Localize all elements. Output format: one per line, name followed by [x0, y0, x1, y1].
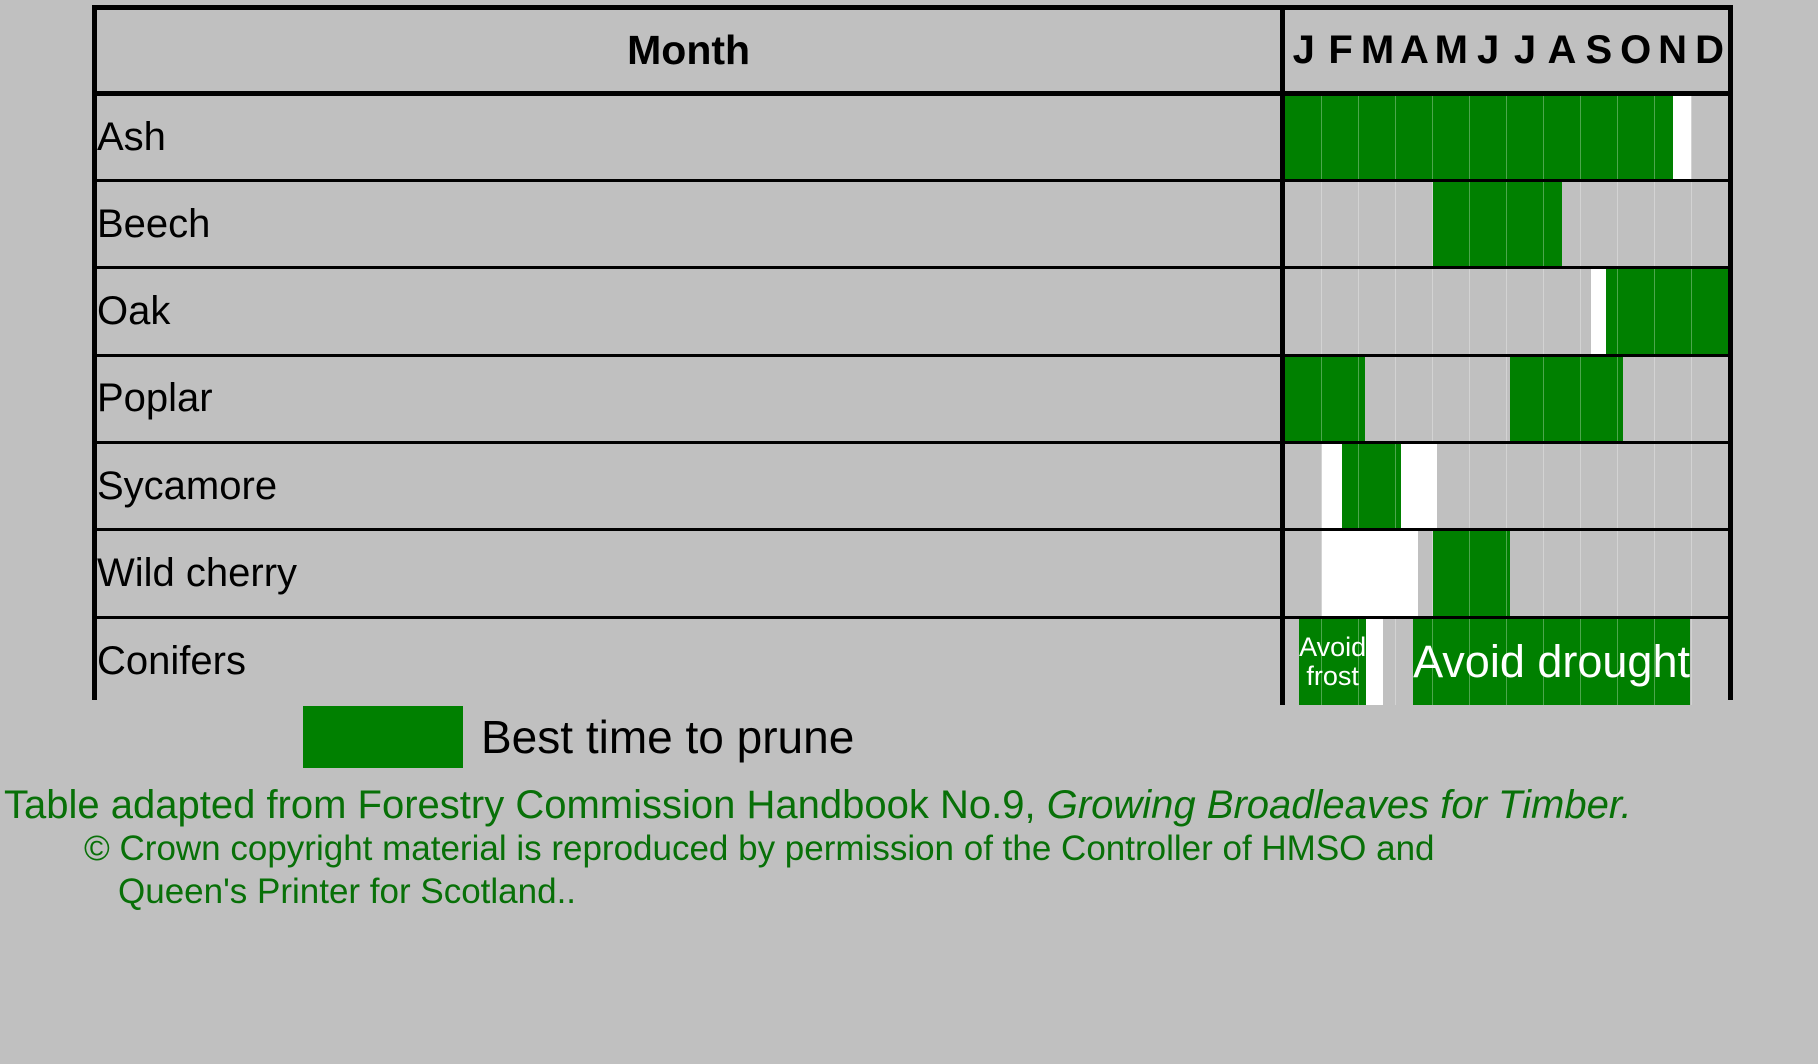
month-header-7: A [1547, 28, 1577, 73]
segment-gray [1622, 356, 1729, 442]
segment-green [1510, 356, 1623, 442]
segment-gray [1364, 356, 1511, 442]
row-label-beech: Beech [97, 180, 1286, 270]
month-letters-strip: JFMAMJJASOND [1285, 11, 1728, 89]
row-timeline-oak [1282, 267, 1728, 357]
segment-white [1591, 269, 1607, 354]
pruning-calendar-table: Month JFMAMJJASOND Ash Beech Oak Poplar Syca… [92, 5, 1733, 705]
segment-strip [1285, 269, 1728, 354]
caption-line-1-italic: Growing Broadleaves for Timber. [1046, 783, 1632, 827]
segment-green [1606, 269, 1728, 354]
segment-gray [1285, 531, 1323, 616]
segment-white [1322, 531, 1419, 616]
row-label-sycamore: Sycamore [97, 442, 1286, 532]
calendar-grid: Month JFMAMJJASOND Ash Beech Oak Poplar Syca… [97, 10, 1729, 705]
segment-strip [1285, 181, 1728, 267]
segment-gray [1561, 181, 1728, 267]
month-header-3: A [1399, 28, 1429, 73]
row-timeline-sycamore [1282, 442, 1729, 532]
segment-green: Avoid drought [1413, 618, 1690, 705]
row-timeline-wild-cherry [1282, 529, 1728, 619]
row-timeline-ash [1282, 93, 1728, 182]
segment-strip [1285, 356, 1729, 442]
month-header-5: J [1477, 28, 1500, 73]
segment-gray [1418, 531, 1433, 616]
header-months: JFMAMJJASOND [1282, 10, 1728, 96]
caption-line-3: Queen's Printer for Scotland.. [118, 872, 577, 912]
legend-label: Best time to prune [481, 711, 855, 763]
header-row: Month JFMAMJJASOND [97, 10, 1728, 96]
row-label-oak: Oak [97, 267, 1286, 357]
table-header: Month JFMAMJJASOND [97, 10, 1728, 96]
segment-gray [1690, 618, 1728, 705]
segment-white [1400, 444, 1438, 529]
month-header-0: J [1292, 28, 1315, 73]
row-label-wild-cherry: Wild cherry [97, 529, 1286, 619]
row-label-poplar: Poplar [97, 355, 1286, 445]
caption-line-1-plain: Table adapted from Forestry Commission H… [4, 783, 1047, 827]
segment-white [1672, 95, 1692, 179]
month-header-8: S [1585, 28, 1613, 73]
table-row: Beech [97, 180, 1728, 270]
table-row: Ash [97, 93, 1728, 182]
segment-strip [1285, 444, 1729, 529]
month-header-2: M [1360, 28, 1395, 73]
table-body: Ash Beech Oak Poplar Sycamore Wild cherry Coni… [97, 93, 1729, 705]
segment-white [1366, 618, 1384, 705]
segment-green [1432, 531, 1511, 616]
month-header-10: N [1658, 28, 1688, 73]
segment-gray [1285, 444, 1323, 529]
segment-gray [1691, 95, 1728, 179]
segment-green [1432, 181, 1562, 267]
segment-annotation: Avoid drought [1413, 636, 1690, 688]
month-header-6: J [1513, 28, 1537, 73]
header-month-label: Month [97, 10, 1286, 96]
month-header-11: D [1695, 28, 1724, 73]
table-row: Conifers Avoid frost Avoid drought [97, 617, 1728, 705]
segment-strip [1285, 531, 1728, 616]
segment-gray [1437, 444, 1729, 529]
row-label-conifers: Conifers [97, 617, 1286, 705]
segment-strip [1285, 95, 1728, 179]
segment-gray [1285, 181, 1433, 267]
month-header-9: O [1620, 28, 1652, 73]
segment-strip: Avoid frost Avoid drought [1285, 618, 1728, 705]
month-header-1: F [1328, 28, 1353, 73]
table-row: Oak [97, 267, 1728, 357]
segment-gray [1285, 618, 1300, 705]
segment-white [1322, 444, 1343, 529]
segment-green: Avoid frost [1299, 618, 1367, 705]
segment-gray [1285, 269, 1592, 354]
row-timeline-poplar [1282, 355, 1729, 445]
segment-green [1342, 444, 1401, 529]
legend-green-swatch [303, 706, 463, 768]
legend: Best time to prune [303, 706, 854, 768]
table-row: Sycamore [97, 442, 1729, 532]
row-timeline-beech [1282, 180, 1728, 270]
source-caption: Table adapted from Forestry Commission H… [0, 782, 1818, 914]
segment-gray [1383, 618, 1414, 705]
row-label-ash: Ash [97, 93, 1286, 182]
month-header-4: M [1434, 28, 1468, 73]
segment-green [1285, 95, 1673, 179]
row-timeline-conifers: Avoid frost Avoid drought [1282, 617, 1728, 705]
segment-annotation: Avoid frost [1299, 632, 1367, 691]
caption-line-1: Table adapted from Forestry Commission H… [0, 782, 1818, 828]
segment-green [1285, 356, 1365, 442]
table-row: Wild cherry [97, 529, 1728, 619]
table-row: Poplar [97, 355, 1729, 445]
caption-line-2: © Crown copyright material is reproduced… [84, 829, 1435, 869]
segment-gray [1510, 531, 1728, 616]
